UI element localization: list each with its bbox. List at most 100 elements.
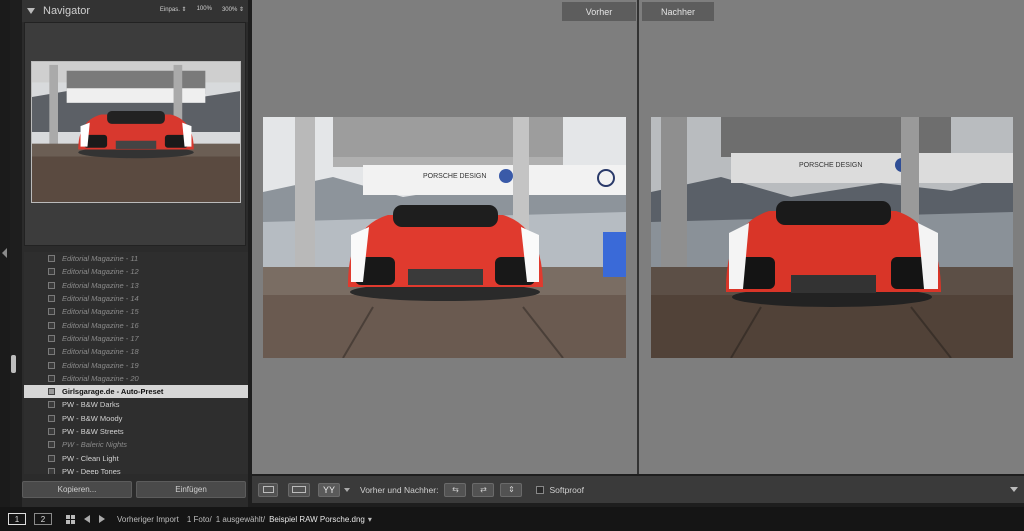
preset-icon xyxy=(48,414,55,422)
preset-item[interactable]: PW - B&W Darks xyxy=(24,398,248,411)
preset-label: PW - B&W Streets xyxy=(62,427,124,436)
navigator-title: Navigator xyxy=(43,5,91,17)
after-photo[interactable]: PORSCHE DESIGN xyxy=(651,117,1013,358)
window-1-button[interactable]: 1 xyxy=(8,513,26,525)
preset-item[interactable]: PW - B&W Streets xyxy=(24,425,248,438)
copy-after-to-before-button[interactable]: ⇄ xyxy=(472,482,495,497)
navigator-header[interactable]: Navigator Einpas. ⇕ 100% 300% ⇕ xyxy=(22,0,248,22)
navigator-zoom-options: Einpas. ⇕ 100% 300% ⇕ xyxy=(160,6,244,13)
loupe-view-icon xyxy=(262,486,274,493)
softproof-checkbox[interactable] xyxy=(536,485,545,494)
preset-label: PW - Baleric Nights xyxy=(62,440,128,450)
preset-item[interactable]: Editorial Magazine - 14 xyxy=(24,292,248,305)
before-after-view-button[interactable]: YY xyxy=(318,482,340,497)
preset-icon xyxy=(48,428,55,435)
preset-icon xyxy=(48,321,55,329)
preset-icon xyxy=(48,388,55,396)
navigator-thumbnail[interactable] xyxy=(31,61,241,203)
preset-label: Editorial Magazine - 15 xyxy=(62,307,139,317)
preset-item[interactable]: Editorial Magazine - 11 xyxy=(24,252,248,265)
preset-icon xyxy=(48,334,55,342)
preset-label: Editorial Magazine - 16 xyxy=(62,320,139,330)
preset-item[interactable]: PW - Deep Tones xyxy=(24,465,248,474)
preset-item[interactable]: PW - B&W Moody xyxy=(24,412,248,425)
preset-icon xyxy=(48,308,55,316)
preset-item[interactable]: Editorial Magazine - 16 xyxy=(24,318,248,331)
preset-label: PW - Deep Tones xyxy=(62,466,121,474)
compare-divider xyxy=(637,0,639,474)
preset-icon xyxy=(48,255,55,263)
navigator-preview xyxy=(24,22,246,246)
filmstrip-bar: 1 2 Vorheriger Import 1 Foto/ 1 ausgewäh… xyxy=(0,507,1024,531)
preset-item[interactable]: Editorial Magazine - 19 xyxy=(24,358,248,371)
preset-label: Editorial Magazine - 20 xyxy=(62,373,139,383)
preset-label: Editorial Magazine - 17 xyxy=(62,333,139,343)
softproof-label: Softproof xyxy=(549,484,584,495)
preset-icon xyxy=(48,268,55,276)
preset-icon xyxy=(48,401,55,409)
preset-item[interactable]: PW - Baleric Nights xyxy=(24,438,248,451)
filmstrip-filename[interactable]: Beispiel RAW Porsche.dng xyxy=(269,515,365,524)
copy-settings-button[interactable]: Kopieren... xyxy=(22,481,132,498)
preset-icon xyxy=(48,281,55,289)
copy-before-to-after-button[interactable]: ⇆ xyxy=(444,482,467,497)
zoom-fit-option[interactable]: Einpas. ⇕ xyxy=(160,6,187,13)
preset-item[interactable]: Girlsgarage.de - Auto-Preset xyxy=(24,384,248,399)
compare-view-button[interactable] xyxy=(288,482,310,497)
preset-item[interactable]: Editorial Magazine - 20 xyxy=(24,372,248,385)
preset-item[interactable]: Editorial Magazine - 18 xyxy=(24,345,248,358)
preset-item[interactable]: Editorial Magazine - 12 xyxy=(24,265,248,278)
preset-icon xyxy=(48,441,55,449)
before-after-label: Vorher und Nachher: xyxy=(360,484,439,495)
filmstrip-selected: 1 ausgewählt/ xyxy=(215,514,266,524)
preset-item[interactable]: PW - Clean Light xyxy=(24,451,248,464)
svg-text:PORSCHE DESIGN: PORSCHE DESIGN xyxy=(423,173,486,180)
preset-label: Editorial Magazine - 12 xyxy=(62,267,139,277)
loupe-view-button[interactable] xyxy=(258,482,278,497)
preset-label: PW - B&W Moody xyxy=(62,413,123,423)
swap-arrow-icon: ⇆ xyxy=(452,485,459,494)
svg-text:PORSCHE DESIGN: PORSCHE DESIGN xyxy=(799,162,862,169)
navigator-toggle-icon[interactable] xyxy=(27,8,35,14)
preset-label: Editorial Magazine - 19 xyxy=(62,360,139,370)
swap-before-after-button[interactable]: ⇕ xyxy=(500,482,523,497)
forward-arrow-icon[interactable] xyxy=(99,515,105,523)
back-arrow-icon[interactable] xyxy=(84,515,90,523)
preset-item[interactable]: Editorial Magazine - 13 xyxy=(24,279,248,292)
collapse-left-panel-icon[interactable] xyxy=(2,248,7,258)
preset-icon xyxy=(48,361,55,369)
grid-view-icon[interactable] xyxy=(66,514,75,524)
toolbar-menu-caret-icon[interactable] xyxy=(1010,487,1018,492)
paste-settings-button[interactable]: Einfügen xyxy=(136,481,246,498)
preset-item[interactable]: Editorial Magazine - 15 xyxy=(24,305,248,318)
swap-vertical-icon: ⇕ xyxy=(508,485,515,494)
preset-label: PW - Clean Light xyxy=(62,453,119,463)
left-panel: Navigator Einpas. ⇕ 100% 300% ⇕ Editoria… xyxy=(22,0,248,507)
filmstrip-count: 1 Foto/ xyxy=(186,514,212,524)
preset-icon xyxy=(48,348,55,356)
view-options-caret-icon[interactable] xyxy=(344,487,350,492)
preset-icon xyxy=(48,374,55,382)
zoom-300-option[interactable]: 300% ⇕ xyxy=(222,6,244,13)
preset-label: Girlsgarage.de - Auto-Preset xyxy=(62,387,164,397)
preset-label: Editorial Magazine - 14 xyxy=(62,294,139,304)
before-label: Vorher xyxy=(562,2,636,21)
before-photo[interactable]: PORSCHE DESIGN xyxy=(263,117,626,358)
preset-icon xyxy=(48,454,55,462)
preset-label: Editorial Magazine - 11 xyxy=(62,254,139,264)
panel-scrollbar[interactable] xyxy=(11,355,16,373)
compare-view-icon xyxy=(292,486,306,493)
preset-icon xyxy=(48,295,55,303)
compare-toolbar: YY Vorher und Nachher: ⇆ ⇄ ⇕ Softproof xyxy=(252,476,1024,503)
filmstrip-source[interactable]: Vorheriger Import xyxy=(117,515,179,524)
compare-view: Vorher Nachher PORSCHE DESIGN PORSCHE DE… xyxy=(252,0,1024,474)
preset-item[interactable]: Editorial Magazine - 17 xyxy=(24,332,248,345)
after-label: Nachher xyxy=(642,2,714,21)
filename-menu-caret-icon[interactable]: ▾ xyxy=(368,515,372,524)
preset-label: PW - B&W Darks xyxy=(62,400,120,410)
swap-arrow-icon: ⇄ xyxy=(480,485,487,494)
window-2-button[interactable]: 2 xyxy=(34,513,52,525)
preset-label: Editorial Magazine - 13 xyxy=(62,280,139,290)
preset-icon xyxy=(48,467,55,474)
zoom-100-option[interactable]: 100% xyxy=(197,6,212,13)
